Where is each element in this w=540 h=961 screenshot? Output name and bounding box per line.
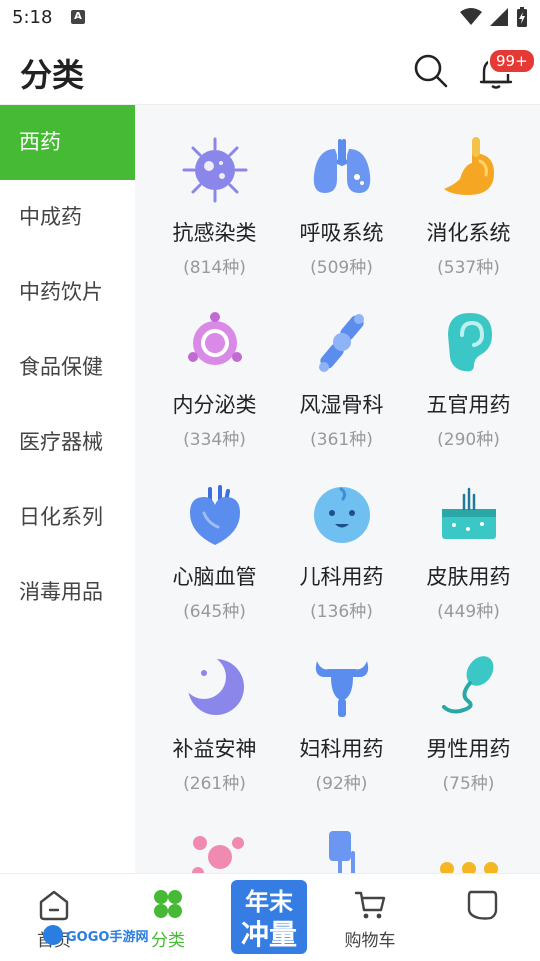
category-respiratory[interactable]: 呼吸系统 (509种) [278,105,405,278]
category-count: (645种) [183,602,246,622]
sidebar-item-disinfection[interactable]: 消毒用品 [0,555,135,630]
status-icons [460,6,528,28]
category-name: 风湿骨科 [299,393,384,417]
category-partial-1[interactable] [151,793,278,873]
category-tonic-sedative[interactable]: 补益安神 (261种) [151,621,278,794]
heart-icon [189,485,240,545]
category-count: (136种) [310,602,373,622]
category-digestive[interactable]: 消化系统 (537种) [405,105,532,278]
category-grid-icon [154,890,182,918]
category-count: (449种) [437,602,500,622]
category-cardiovascular[interactable]: 心脑血管 (645种) [151,449,278,622]
lungs-icon [313,139,370,193]
category-name: 皮肤用药 [426,565,511,589]
category-name: 内分泌类 [172,393,257,417]
status-time: 5:18 [12,7,53,28]
wifi-icon [460,8,482,25]
sidebar-item-herbal-slices[interactable]: 中药饮片 [0,255,135,330]
sidebar-item-daily-chemicals[interactable]: 日化系列 [0,480,135,555]
category-andrology[interactable]: 男性用药 (75种) [405,621,532,794]
category-more[interactable] [405,793,532,873]
uterus-icon [315,661,368,717]
sidebar-item-chinese-patent-medicine[interactable]: 中成药 [0,180,135,255]
sidebar-item-health-food[interactable]: 食品保健 [0,330,135,405]
category-sidebar: 西药 中成药 中药饮片 食品保健 医疗器械 日化系列 消毒用品 [0,105,135,873]
tab-cart-label: 购物车 [344,931,396,951]
category-ent[interactable]: 五官用药 (290种) [405,277,532,450]
category-name: 补益安神 [172,737,257,761]
moon-icon [181,655,244,715]
promo-line-1: 年末 [245,888,294,916]
notification-badge: 99+ [488,48,536,74]
status-bar: 5:18 A [0,0,540,36]
category-name: 心脑血管 [172,565,257,589]
profile-icon [467,890,498,920]
baby-icon [313,487,370,543]
category-count: (92种) [315,774,368,794]
category-count: (361种) [310,430,373,450]
category-gynecology[interactable]: 妇科用药 (92种) [278,621,405,794]
gogo-watermark: GOGO手游网 [43,925,148,945]
category-count: (261种) [183,774,246,794]
category-count: (75种) [442,774,495,794]
category-name: 呼吸系统 [299,221,384,245]
sidebar-item-medical-devices[interactable]: 医疗器械 [0,405,135,480]
sidebar-item-western-medicine[interactable]: 西药 [0,105,135,180]
page-title: 分类 [20,56,85,94]
search-button[interactable] [412,52,450,90]
notification-icon: A [71,10,85,24]
more-icon [439,862,498,873]
year-end-promo-banner[interactable]: 年末 冲量 [229,878,309,956]
category-count: (814种) [183,258,246,278]
skin-icon [441,487,496,539]
battery-icon [517,7,527,27]
promo-line-2: 冲量 [241,918,297,951]
sperm-icon [441,656,493,714]
category-name: 五官用药 [426,393,511,417]
signal-icon [490,8,508,26]
search-icon [414,54,448,88]
category-partial-2[interactable] [278,793,405,873]
category-name: 儿科用药 [299,565,384,589]
category-dermatology[interactable]: 皮肤用药 (449种) [405,449,532,622]
virus-icon [182,137,247,203]
bone-icon [318,314,364,372]
category-count: (537种) [437,258,500,278]
stomach-icon [443,137,494,195]
tab-cart[interactable]: 购物车 [316,874,424,961]
category-name: 妇科用药 [299,737,384,761]
home-icon [39,890,69,921]
ear-icon [447,313,492,372]
molecule-icon [191,836,244,873]
watermark-text: GOGO手游网 [66,929,148,945]
tab-mine[interactable] [428,874,536,961]
category-count: (509种) [310,258,373,278]
category-anti-infection[interactable]: 抗感染类 (814种) [151,105,278,278]
category-endocrine[interactable]: 内分泌类 (334种) [151,277,278,450]
category-pediatrics[interactable]: 儿科用药 (136种) [278,449,405,622]
infusion-icon [328,831,355,873]
category-name: 抗感染类 [172,221,257,245]
category-rheumatism-orthopedics[interactable]: 风湿骨科 (361种) [278,277,405,450]
category-count: (334种) [183,430,246,450]
category-count: (290种) [437,430,500,450]
header: 分类 99+ [0,36,540,105]
cart-icon [354,891,386,919]
category-name: 消化系统 [426,221,511,245]
category-name: 男性用药 [426,737,511,761]
category-content: 抗感染类 (814种) 呼吸系统 (509种) 消化系统 (537种) 内分泌类… [135,105,540,873]
gland-icon [187,312,242,365]
